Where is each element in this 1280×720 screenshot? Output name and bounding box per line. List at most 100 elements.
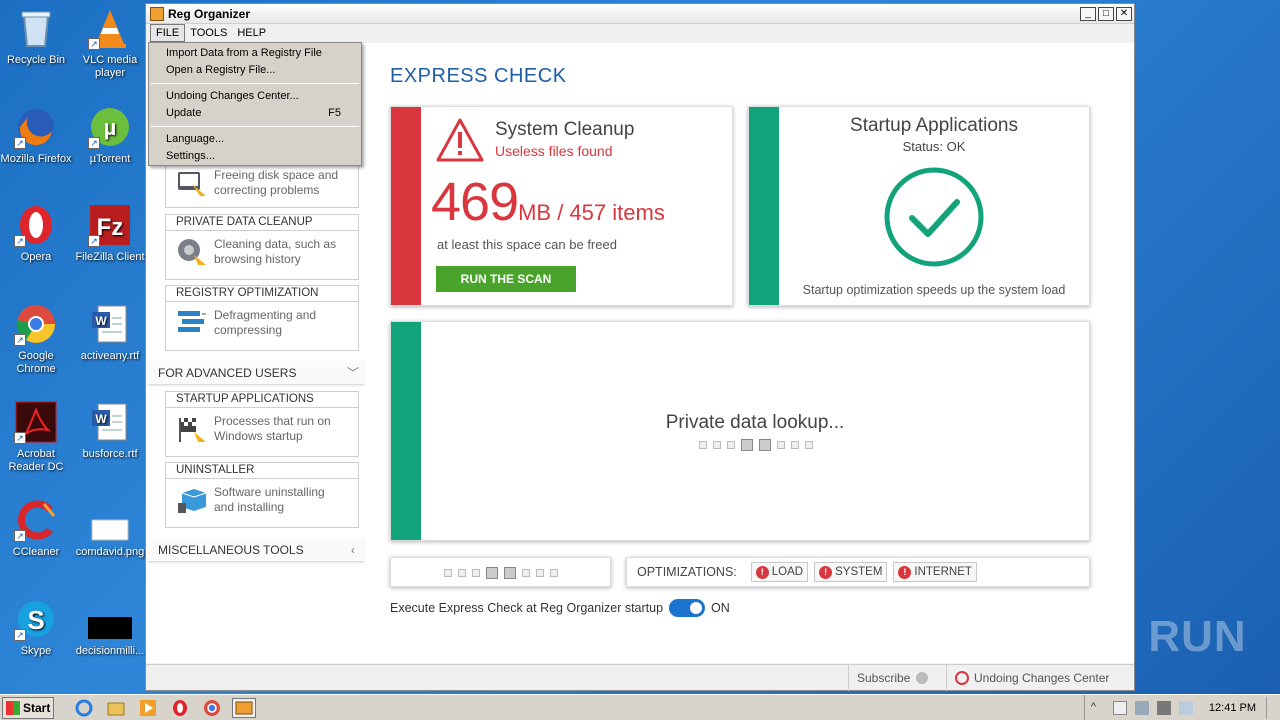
ok-stripe xyxy=(749,107,779,305)
desktop-icon-label: activeany.rtf xyxy=(80,350,140,362)
title-bar[interactable]: Reg Organizer _ □ ✕ xyxy=(146,4,1134,24)
start-button[interactable]: Start xyxy=(2,696,54,719)
express-check-toggle[interactable] xyxy=(669,599,706,617)
opera-icon: ↗ xyxy=(14,203,58,247)
card-header: REGISTRY OPTIMIZATION xyxy=(166,286,358,302)
undoing-changes-center-button[interactable]: Undoing Changes Center xyxy=(946,665,1117,691)
cleanup-subtitle: Useless files found xyxy=(495,143,613,159)
desktop-icon-ccleaner[interactable]: ↗ CCleaner xyxy=(0,498,72,559)
alert-circle-icon: ! xyxy=(755,565,769,579)
desktop-icon-vlc[interactable]: ↗ VLC media player xyxy=(74,6,146,80)
section-miscellaneous-tools[interactable]: MISCELLANEOUS TOOLS ‹ xyxy=(148,538,364,562)
optimization-load-button[interactable]: ! LOAD xyxy=(750,562,809,582)
app-icon xyxy=(150,6,164,21)
svg-text:Fz: Fz xyxy=(97,214,124,241)
card-registry-optimization[interactable]: REGISTRY OPTIMIZATION Defragmenting and … xyxy=(165,285,359,351)
cleanup-wrench-icon xyxy=(176,168,208,198)
ie-icon[interactable] xyxy=(72,698,96,718)
menu-item-undoing-changes[interactable]: Undoing Changes Center... xyxy=(149,88,361,105)
desktop-icon-busforce[interactable]: W busforce.rtf xyxy=(74,400,146,461)
toggle-label: Execute Express Check at Reg Organizer s… xyxy=(390,601,664,615)
desktop-icon-opera[interactable]: ↗ Opera xyxy=(0,203,72,264)
utorrent-icon: µ ↗ xyxy=(88,105,132,149)
run-the-scan-button[interactable]: RUN THE SCAN xyxy=(436,266,576,292)
desktop-icon-firefox[interactable]: ↗ Mozilla Firefox xyxy=(0,105,72,166)
clock[interactable]: 12:41 PM xyxy=(1209,702,1256,714)
desktop-icon-comdavid[interactable]: comdavid.png xyxy=(74,498,146,559)
subscribe-button[interactable]: Subscribe xyxy=(848,665,936,691)
ccleaner-icon: ↗ xyxy=(14,498,58,542)
pager-box xyxy=(390,557,611,587)
cleanup-size-number: 469 xyxy=(431,172,519,232)
private-lookup-text: Private data lookup... xyxy=(665,412,845,433)
desktop-icon-label: comdavid.png xyxy=(75,546,145,558)
menu-separator xyxy=(151,126,359,127)
optimizations-label: OPTIMIZATIONS: xyxy=(637,565,737,579)
section-label: FOR ADVANCED USERS xyxy=(158,366,297,380)
desktop-icon-decisionmill[interactable]: decisionmilli... xyxy=(74,597,146,658)
startup-applications-panel: Startup Applications Status: OK Startup … xyxy=(748,106,1090,306)
undo-icon xyxy=(955,671,969,685)
card-startup-applications[interactable]: STARTUP APPLICATIONS Processes that run … xyxy=(165,391,359,457)
media-player-icon[interactable] xyxy=(136,698,160,718)
desktop-icon-label: VLC media player xyxy=(82,54,138,79)
menu-item-update[interactable]: Update F5 xyxy=(149,105,361,122)
tray-expand-icon[interactable]: ^ xyxy=(1091,701,1105,715)
menu-help[interactable]: HELP xyxy=(232,25,271,41)
explorer-icon[interactable] xyxy=(104,698,128,718)
card-private-data-cleanup[interactable]: PRIVATE DATA CLEANUP Cleaning data, such… xyxy=(165,214,359,280)
card-text: Processes that run on Windows startup xyxy=(214,414,331,443)
menu-item-import-registry[interactable]: Import Data from a Registry File xyxy=(149,45,361,62)
file-menu-dropdown: Import Data from a Registry File Open a … xyxy=(148,42,362,166)
show-desktop-button[interactable] xyxy=(1266,697,1280,719)
menu-separator xyxy=(151,83,359,84)
desktop-icon-chrome[interactable]: ↗ Google Chrome xyxy=(0,302,72,376)
alert-stripe xyxy=(391,107,421,305)
startup-status: Status: OK xyxy=(902,139,966,154)
windows-logo-icon xyxy=(6,700,20,715)
desktop-icon-utorrent[interactable]: µ ↗ µTorrent xyxy=(74,105,146,166)
desktop-icon-label: µTorrent xyxy=(89,153,131,165)
card-header: PRIVATE DATA CLEANUP xyxy=(166,215,358,231)
chrome-taskbar-icon[interactable] xyxy=(200,698,224,718)
menu-item-open-registry[interactable]: Open a Registry File... xyxy=(149,62,361,79)
network-icon[interactable] xyxy=(1134,701,1149,715)
action-center-icon[interactable] xyxy=(1112,701,1127,715)
desktop-icon-label: Opera xyxy=(20,251,52,263)
reg-organizer-taskbar-icon[interactable] xyxy=(232,697,256,718)
desktop-icon-recycle-bin[interactable]: Recycle Bin xyxy=(0,6,72,67)
menu-file[interactable]: FILE xyxy=(150,24,186,42)
registry-icon xyxy=(176,308,208,338)
optimization-internet-button[interactable]: ! INTERNET xyxy=(893,562,977,582)
minimize-button[interactable]: _ xyxy=(1080,6,1096,21)
card-text: Cleaning data, such as browsing history xyxy=(214,237,337,266)
menu-shortcut: F5 xyxy=(328,107,341,119)
vlc-icon: ↗ xyxy=(88,6,132,50)
card-header: STARTUP APPLICATIONS xyxy=(166,392,358,408)
chevron-down-icon: ﹀ xyxy=(346,366,359,380)
svg-text:W: W xyxy=(95,412,107,426)
startup-note: Startup optimization speeds up the syste… xyxy=(802,283,1066,297)
startup-flag-icon xyxy=(176,414,208,444)
desktop-icon-skype[interactable]: S ↗ Skype xyxy=(0,597,72,658)
ok-stripe xyxy=(391,322,421,540)
page-title: EXPRESS CHECK xyxy=(390,65,567,87)
skype-icon: S ↗ xyxy=(14,597,58,641)
opera-taskbar-icon[interactable] xyxy=(168,698,192,718)
desktop-icon-filezilla[interactable]: Fz ↗ FileZilla Client xyxy=(74,203,146,264)
menu-tools[interactable]: TOOLS xyxy=(185,25,232,41)
language-icon[interactable] xyxy=(1178,701,1193,715)
loading-indicator xyxy=(444,567,558,579)
maximize-button[interactable]: □ xyxy=(1098,6,1114,21)
menu-item-language[interactable]: Language... xyxy=(149,131,361,148)
section-advanced-users[interactable]: FOR ADVANCED USERS ﹀ xyxy=(148,361,364,385)
desktop-icon-acrobat[interactable]: ↗ Acrobat Reader DC xyxy=(0,400,72,474)
optimization-system-button[interactable]: ! SYSTEM xyxy=(814,562,888,582)
menu-item-settings[interactable]: Settings... xyxy=(149,148,361,165)
svg-text:S: S xyxy=(27,605,44,635)
close-button[interactable]: ✕ xyxy=(1116,6,1132,21)
desktop-icon-activeany[interactable]: W activeany.rtf xyxy=(74,302,146,363)
volume-icon[interactable] xyxy=(1156,701,1171,715)
card-uninstaller[interactable]: UNINSTALLER Software uninstalling and in… xyxy=(165,462,359,528)
recycle-bin-icon xyxy=(14,6,58,50)
